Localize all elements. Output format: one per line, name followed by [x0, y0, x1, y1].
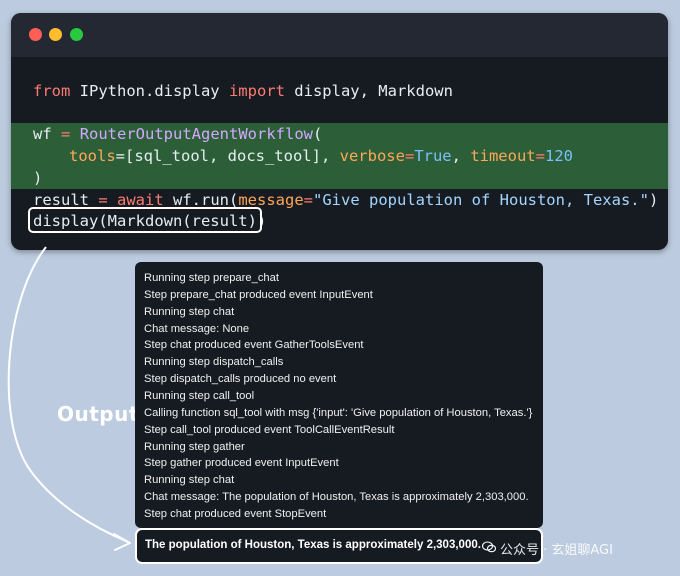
log-line: Running step dispatch_calls [144, 356, 284, 368]
log-line: Running step gather [144, 441, 245, 453]
log-line: Running step chat [144, 474, 235, 486]
log-line: Step chat produced event StopEvent [144, 508, 327, 520]
log-line: Step gather produced event InputEvent [144, 457, 339, 469]
output-log-panel: Running step prepare_chat Step prepare_c… [135, 262, 543, 528]
log-line: Step call_tool produced event ToolCallEv… [144, 424, 395, 436]
markdown-result-text: The population of Houston, Texas is appr… [145, 539, 481, 551]
watermark-text: 公众号 · 玄姐聊AGI [500, 543, 613, 558]
log-line: Step prepare_chat produced event InputEv… [144, 289, 373, 301]
log-line: Running step chat [144, 306, 235, 318]
wechat-icon [482, 541, 496, 553]
log-line: Running step call_tool [144, 390, 255, 402]
log-line: Chat message: The population of Houston,… [144, 491, 529, 503]
log-line: Step chat produced event GatherToolsEven… [144, 339, 364, 351]
log-line: Running step prepare_chat [144, 272, 279, 284]
log-line: Chat message: None [144, 323, 250, 335]
log-line: Step dispatch_calls produced no event [144, 373, 337, 385]
log-line: Calling function sql_tool with msg {'inp… [144, 407, 533, 419]
output-label: Output [57, 402, 139, 426]
